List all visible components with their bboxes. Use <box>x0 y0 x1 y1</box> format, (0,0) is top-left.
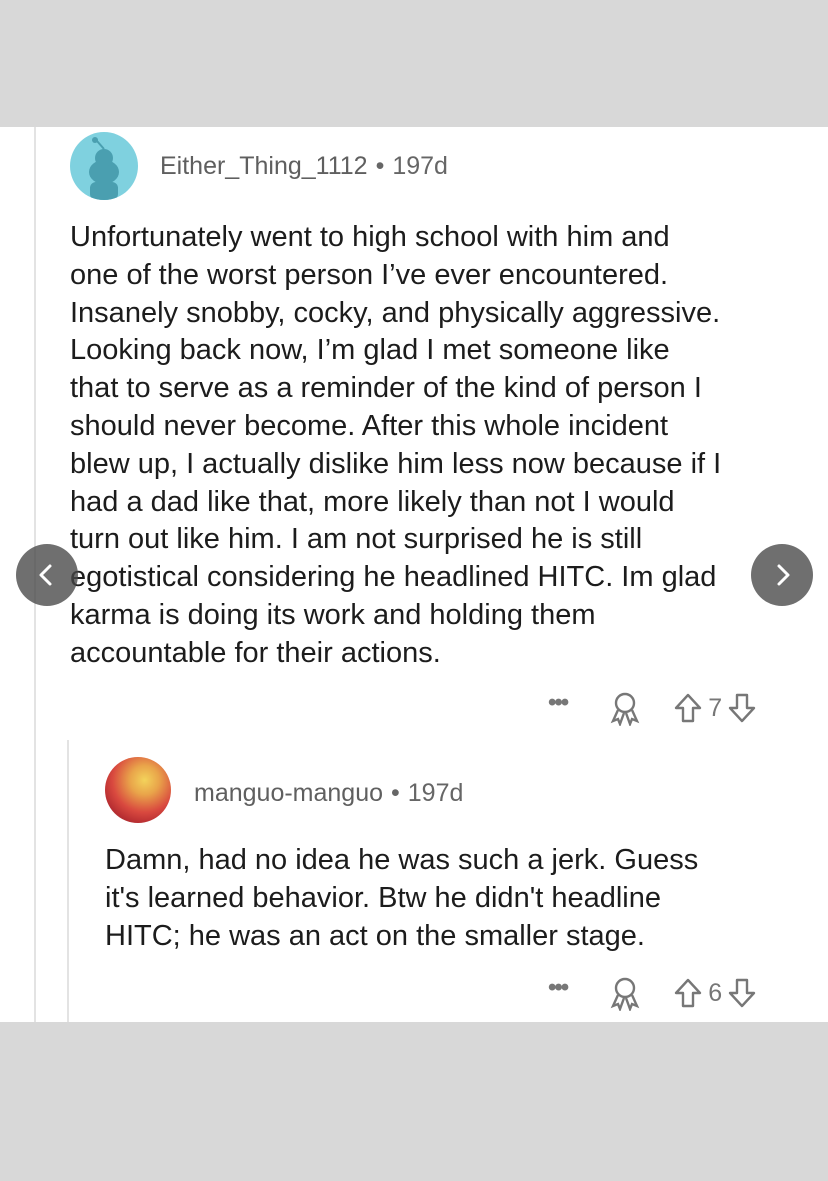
vote-count: 6 <box>708 978 723 1007</box>
username[interactable]: Either_Thing_1112 <box>160 152 368 180</box>
snoo-avatar-icon[interactable] <box>70 132 138 200</box>
username[interactable]: manguo-manguo <box>194 779 383 807</box>
meta-separator: • <box>375 152 385 180</box>
more-options-button[interactable]: ••• <box>548 974 569 1002</box>
downvote-arrow-icon[interactable] <box>727 977 757 1009</box>
comment-actions: ••• 6 <box>548 974 757 1011</box>
comment-meta: manguo-manguo • 197d <box>194 779 463 808</box>
previous-button[interactable] <box>16 544 78 606</box>
upvote-arrow-icon[interactable] <box>673 977 703 1009</box>
comment-thread: Either_Thing_1112 • 197d Unfortunately wen… <box>0 127 828 1022</box>
award-icon[interactable] <box>607 690 643 726</box>
vote-count: 7 <box>708 693 723 722</box>
comment-body: Unfortunately went to high school with h… <box>70 221 722 669</box>
award-icon[interactable] <box>607 975 643 1011</box>
mango-avatar-icon[interactable] <box>105 757 171 823</box>
chevron-left-icon <box>39 564 52 586</box>
comment-actions: ••• 7 <box>548 689 757 726</box>
comment-age: 197d <box>392 152 448 180</box>
downvote-arrow-icon[interactable] <box>727 692 757 724</box>
comment-meta: Either_Thing_1112 • 197d <box>160 152 448 181</box>
upvote-arrow-icon[interactable] <box>673 692 703 724</box>
chevron-right-icon <box>777 564 790 586</box>
comment-age: 197d <box>407 779 464 807</box>
comment-body: Damn, had no idea he was such a jerk. Gu… <box>105 844 699 952</box>
reply-thread-line[interactable] <box>67 740 69 1022</box>
next-button[interactable] <box>751 544 813 606</box>
more-options-button[interactable]: ••• <box>548 689 569 717</box>
meta-separator: • <box>391 779 400 807</box>
